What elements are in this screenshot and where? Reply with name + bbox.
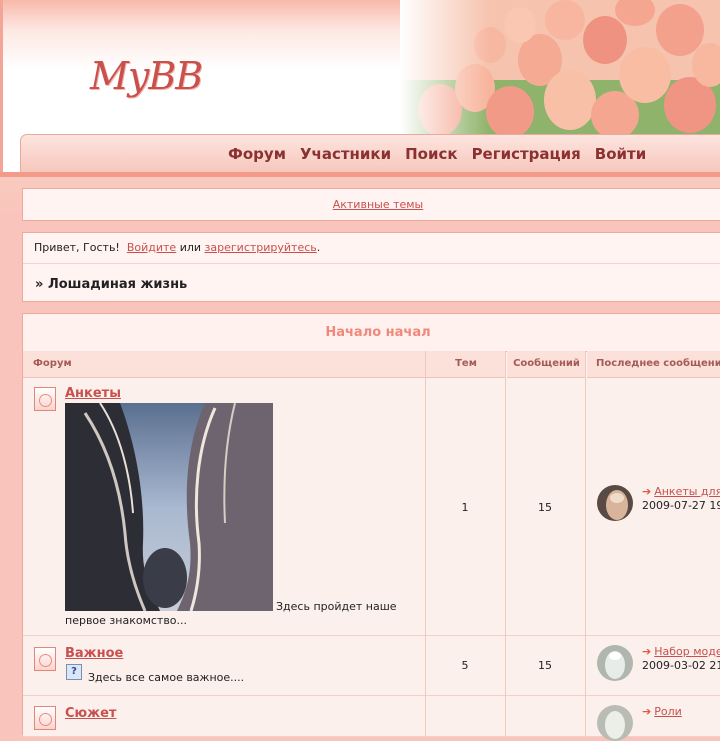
forum-description: Здесь все самое важное.... — [88, 671, 245, 684]
breadcrumb-prefix: » — [35, 277, 44, 292]
forum-horse-image — [65, 403, 273, 611]
forum-status-icon — [34, 647, 56, 671]
site-logo[interactable]: MyBB — [90, 54, 203, 98]
forum-link-vazhnoe[interactable]: Важное — [65, 646, 123, 661]
arrow-right-icon: ➔ — [642, 645, 652, 658]
forum-topics-count: 1 — [461, 501, 469, 514]
question-icon: ? — [66, 664, 82, 680]
main-navigation: Форум Участники Поиск Регистрация Войти — [228, 145, 646, 163]
arrow-right-icon: ➔ — [642, 705, 652, 718]
last-post-date: 2009-07-27 19 — [642, 499, 720, 512]
tulip-banner-image — [400, 0, 720, 134]
breadcrumb-title[interactable]: Лошадиная жизнь — [48, 277, 187, 292]
nav-search[interactable]: Поиск — [405, 145, 457, 163]
last-poster-avatar — [597, 485, 633, 521]
welcome-message: Привет, Гость! Войдите или зарегистрируй… — [34, 241, 320, 254]
forum-description: Здесь пройдет наше первое знакомство... — [65, 600, 415, 628]
column-header-posts: Сообщений — [507, 351, 586, 378]
column-header-topics: Тем — [426, 351, 506, 378]
category-title[interactable]: Начало начал — [23, 314, 720, 352]
last-post-link[interactable]: ➔ Роли — [642, 705, 682, 718]
active-topics-bar: Активные темы — [22, 188, 720, 221]
welcome-separator — [23, 263, 720, 264]
column-divider — [505, 351, 506, 736]
forum-category-table: Начало начал Форум Тем Сообщений Последн… — [22, 313, 720, 741]
active-topics-link[interactable]: Активные темы — [23, 198, 720, 211]
or-text: или — [179, 241, 202, 254]
nav-register[interactable]: Регистрация — [472, 145, 581, 163]
header-edge — [0, 0, 3, 174]
column-divider — [425, 351, 426, 736]
last-poster-avatar — [597, 705, 633, 741]
breadcrumb: » Лошадиная жизнь — [35, 277, 187, 292]
period-text: . — [316, 241, 321, 254]
forum-status-icon — [34, 387, 56, 411]
last-post-title[interactable]: Набор моде — [654, 645, 720, 658]
welcome-panel: Привет, Гость! Войдите или зарегистрируй… — [22, 232, 720, 302]
last-post-link[interactable]: ➔ Анкеты для — [642, 485, 720, 498]
forum-description-text: Здесь пройдет наше первое знакомство... — [65, 600, 397, 627]
nav-forum[interactable]: Форум — [228, 145, 286, 163]
nav-login[interactable]: Войти — [595, 145, 646, 163]
forum-posts-count: 15 — [538, 659, 552, 672]
forum-topics-count: 5 — [461, 659, 469, 672]
forum-link-ankety[interactable]: Анкеты — [65, 386, 121, 401]
last-post-title[interactable]: Роли — [654, 705, 682, 718]
page-header: MyBB Форум Участники Поиск Регистрация В… — [0, 0, 720, 174]
login-link[interactable]: Войдите — [127, 241, 176, 254]
forum-status-icon — [34, 706, 56, 730]
last-poster-avatar — [597, 645, 633, 681]
arrow-right-icon: ➔ — [642, 485, 652, 498]
last-post-date: 2009-03-02 21 — [642, 659, 720, 672]
column-header-forum: Форум — [23, 351, 435, 378]
forum-link-syuzhet[interactable]: Сюжет — [65, 706, 116, 721]
register-link[interactable]: зарегистрируйтесь — [205, 241, 317, 254]
nav-members[interactable]: Участники — [300, 145, 391, 163]
column-divider — [585, 351, 586, 736]
last-post-link[interactable]: ➔ Набор моде — [642, 645, 720, 658]
greeting-text: Привет, Гость! — [34, 241, 120, 254]
column-header-last-post: Последнее сообщение — [587, 351, 720, 378]
forum-posts-count: 15 — [538, 501, 552, 514]
last-post-title[interactable]: Анкеты для — [654, 485, 720, 498]
